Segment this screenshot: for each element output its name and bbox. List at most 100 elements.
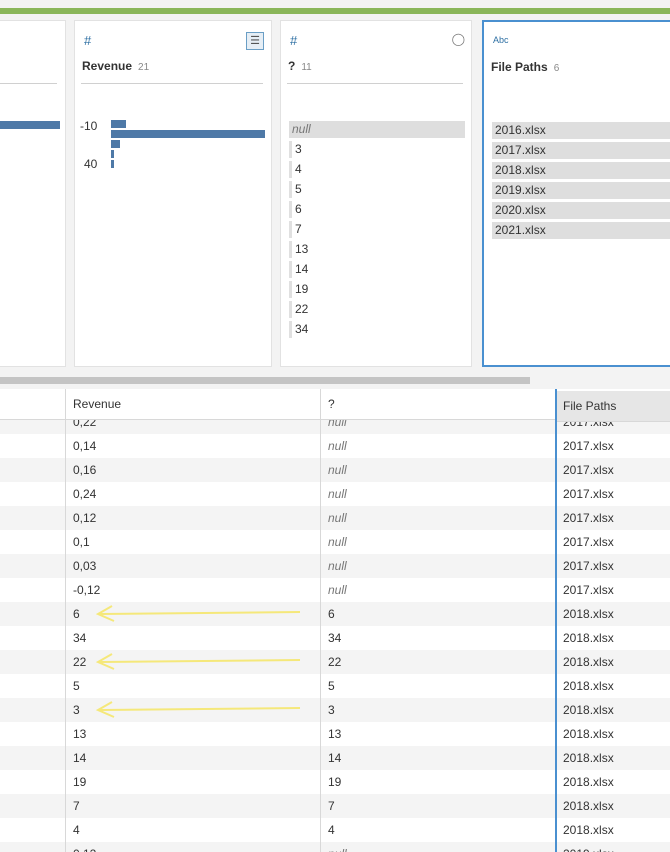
table-cell[interactable]: 19 — [320, 770, 341, 794]
table-cell[interactable]: null — [320, 482, 347, 506]
histogram-bar[interactable] — [111, 120, 127, 128]
table-row[interactable]: 7 7 2018.xlsx — [0, 794, 670, 818]
string-type-icon[interactable]: Abc — [493, 35, 509, 45]
table-cell[interactable]: 34 — [320, 626, 341, 650]
value-item[interactable]: 19 — [289, 281, 308, 298]
table-cell[interactable]: 2018.xlsx — [555, 746, 614, 770]
column-header-file-paths[interactable]: File Paths — [555, 391, 670, 422]
table-cell[interactable]: 5 — [320, 674, 335, 698]
value-item[interactable]: 7 — [289, 221, 302, 238]
histogram-bar[interactable] — [0, 121, 60, 129]
table-cell[interactable]: 3 — [320, 698, 335, 722]
profile-card-partial[interactable] — [0, 20, 66, 367]
table-cell[interactable]: null — [320, 842, 347, 852]
table-cell[interactable]: 5 — [65, 674, 80, 698]
value-item[interactable]: 2021.xlsx — [492, 222, 670, 239]
table-row[interactable]: 14 14 2018.xlsx — [0, 746, 670, 770]
histogram-bar[interactable] — [111, 160, 115, 168]
number-type-icon[interactable]: # — [84, 33, 91, 48]
number-type-icon[interactable]: # — [290, 33, 297, 48]
table-cell[interactable]: 3 — [65, 698, 80, 722]
table-cell[interactable]: 2018.xlsx — [555, 818, 614, 842]
value-item[interactable]: 34 — [289, 321, 308, 338]
value-item[interactable]: 6 — [289, 201, 302, 218]
table-cell[interactable]: null — [320, 578, 347, 602]
table-row[interactable]: 0,03 null 2017.xlsx — [0, 554, 670, 578]
table-cell[interactable]: 0,24 — [65, 482, 96, 506]
table-cell[interactable]: 2018.xlsx — [555, 626, 614, 650]
table-cell[interactable]: 0,1 — [65, 530, 90, 554]
table-row[interactable]: 0,1 null 2017.xlsx — [0, 530, 670, 554]
table-cell[interactable]: 2018.xlsx — [555, 770, 614, 794]
table-cell[interactable]: 4 — [65, 818, 80, 842]
table-cell[interactable]: 2017.xlsx — [555, 482, 614, 506]
table-cell[interactable]: 13 — [65, 722, 86, 746]
table-row[interactable]: 4 4 2018.xlsx — [0, 818, 670, 842]
value-item[interactable]: 2019.xlsx — [492, 182, 670, 199]
table-row[interactable]: -0,12 null 2017.xlsx — [0, 578, 670, 602]
value-item[interactable]: 5 — [289, 181, 302, 198]
table-cell[interactable]: -0,12 — [65, 578, 100, 602]
value-item[interactable]: 13 — [289, 241, 308, 258]
table-row[interactable]: 22 22 2018.xlsx — [0, 650, 670, 674]
table-cell[interactable]: 2017.xlsx — [555, 578, 614, 602]
table-cell[interactable]: 2018.xlsx — [555, 602, 614, 626]
value-item[interactable]: 2017.xlsx — [492, 142, 670, 159]
table-row[interactable]: 34 34 2018.xlsx — [0, 626, 670, 650]
horizontal-scrollbar[interactable] — [0, 377, 530, 384]
table-row[interactable]: 6 6 2018.xlsx — [0, 602, 670, 626]
column-header-question[interactable]: ? — [320, 389, 555, 420]
table-cell[interactable]: 2018.xlsx — [555, 674, 614, 698]
value-item[interactable]: 2016.xlsx — [492, 122, 670, 139]
table-cell[interactable]: 19 — [65, 770, 86, 794]
table-cell[interactable]: null — [320, 530, 347, 554]
value-item[interactable]: 4 — [289, 161, 302, 178]
table-cell[interactable]: 2017.xlsx — [555, 554, 614, 578]
value-item[interactable]: 3 — [289, 141, 302, 158]
view-toggle-icon[interactable]: ☰ — [246, 32, 264, 50]
table-cell[interactable]: 0,14 — [65, 434, 96, 458]
table-cell[interactable]: 2018.xlsx — [555, 698, 614, 722]
table-row[interactable]: 0,12 null 2019.xlsx — [0, 842, 670, 852]
table-cell[interactable]: 4 — [320, 818, 335, 842]
histogram-bar[interactable] — [111, 130, 265, 138]
lightbulb-icon[interactable]: ◯ — [452, 32, 465, 46]
table-row[interactable]: 0,12 null 2017.xlsx — [0, 506, 670, 530]
table-cell[interactable]: 22 — [65, 650, 86, 674]
table-cell[interactable]: 7 — [320, 794, 335, 818]
table-cell[interactable]: 34 — [65, 626, 86, 650]
table-cell[interactable]: 14 — [320, 746, 341, 770]
table-row[interactable]: 13 13 2018.xlsx — [0, 722, 670, 746]
column-header-partial[interactable] — [0, 389, 65, 420]
table-cell[interactable]: 2017.xlsx — [555, 434, 614, 458]
table-cell[interactable]: 2017.xlsx — [555, 506, 614, 530]
table-cell[interactable]: 0,12 — [65, 506, 96, 530]
table-row[interactable]: 3 3 2018.xlsx — [0, 698, 670, 722]
histogram-bar[interactable] — [111, 140, 121, 148]
table-row[interactable]: 0,24 null 2017.xlsx — [0, 482, 670, 506]
table-row[interactable]: 5 5 2018.xlsx — [0, 674, 670, 698]
table-cell[interactable]: 0,03 — [65, 554, 96, 578]
table-cell[interactable]: 0,12 — [65, 842, 96, 852]
profile-card-question[interactable]: # ◯ ? 11 null 3 4 5 6 7 13 14 19 22 34 — [280, 20, 472, 367]
table-cell[interactable]: null — [320, 458, 347, 482]
table-cell[interactable]: 2018.xlsx — [555, 650, 614, 674]
table-cell[interactable]: 14 — [65, 746, 86, 770]
table-cell[interactable]: null — [320, 506, 347, 530]
value-item[interactable]: 2020.xlsx — [492, 202, 670, 219]
profile-card-revenue[interactable]: # ☰ Revenue 21 -10 40 — [74, 20, 272, 367]
table-cell[interactable]: 2018.xlsx — [555, 794, 614, 818]
table-cell[interactable]: 22 — [320, 650, 341, 674]
table-row[interactable]: 0,14 null 2017.xlsx — [0, 434, 670, 458]
table-cell[interactable]: null — [320, 554, 347, 578]
value-item[interactable]: 22 — [289, 301, 308, 318]
table-row[interactable]: 0,16 null 2017.xlsx — [0, 458, 670, 482]
table-cell[interactable]: 6 — [320, 602, 335, 626]
column-header-revenue[interactable]: Revenue — [65, 389, 320, 420]
profile-card-file-paths[interactable]: Abc File Paths 6 2016.xlsx 2017.xlsx 2018.x… — [482, 20, 670, 367]
table-cell[interactable]: 0,16 — [65, 458, 96, 482]
value-item[interactable]: null — [289, 121, 465, 138]
table-cell[interactable]: 2018.xlsx — [555, 722, 614, 746]
table-row[interactable]: 19 19 2018.xlsx — [0, 770, 670, 794]
table-cell[interactable]: 2017.xlsx — [555, 530, 614, 554]
